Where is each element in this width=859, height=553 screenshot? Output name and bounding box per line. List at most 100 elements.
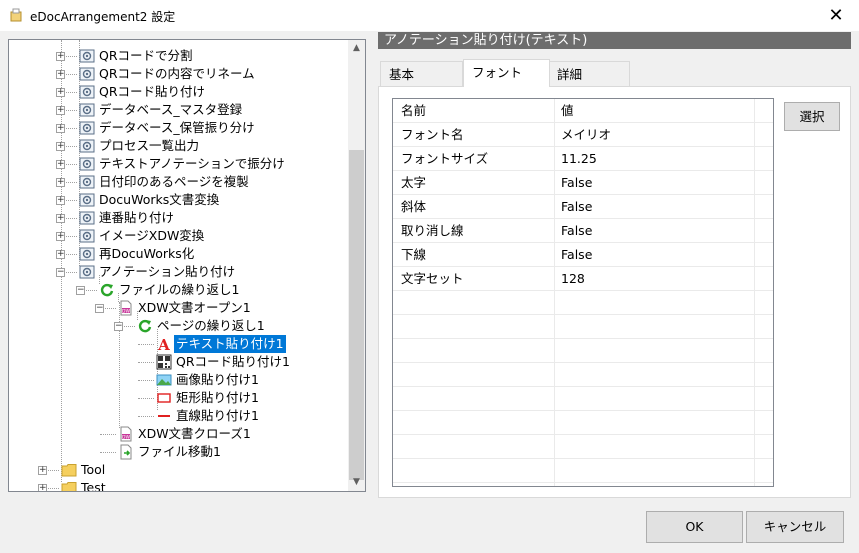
collapse-node-icon[interactable]: − [56,268,65,277]
expand-node-icon[interactable]: + [56,106,65,115]
expand-node-icon[interactable]: + [56,250,65,259]
tree-item-label: 連番貼り付け [99,210,175,225]
expand-node-icon[interactable]: + [56,142,65,151]
tree-item[interactable]: + QRコード貼り付け [9,83,349,101]
expand-node-icon[interactable]: + [56,70,65,79]
tree-item[interactable]: + 連番貼り付け [9,209,349,227]
scroll-down-arrow-icon[interactable]: ▼ [348,474,365,491]
settings-node-icon [79,48,95,64]
tree-item[interactable]: − アノテーション貼り付け [9,263,349,281]
tab-basic[interactable]: 基本 [380,61,463,86]
tree-item[interactable]: + イメージXDW変換 [9,227,349,245]
expand-node-icon[interactable]: + [56,232,65,241]
tree-item[interactable]: ファイル移動1 [9,443,349,461]
expand-node-icon[interactable]: + [38,484,47,491]
property-value: False [561,175,593,190]
grid-row[interactable] [393,387,773,411]
tree-item-label: データベース_保管振り分け [99,120,255,135]
tree-item-label: DocuWorks文書変換 [99,192,220,207]
tree-item[interactable]: + QRコードで分割 [9,47,349,65]
tree-item[interactable]: DW XDW文書クローズ1 [9,425,349,443]
tree-item[interactable]: + QRコードの内容でリネーム [9,65,349,83]
collapse-node-icon[interactable]: − [95,304,104,313]
expand-node-icon[interactable]: + [56,88,65,97]
image-icon [156,372,172,388]
settings-node-icon [79,228,95,244]
grid-row[interactable] [393,411,773,435]
tree-item-label: 矩形貼り付け1 [176,390,259,405]
close-icon: ✕ [828,5,844,26]
tree-item[interactable]: + プロセス一覧出力 [9,137,349,155]
collapse-node-icon[interactable]: − [114,322,123,331]
tree-item[interactable]: + Test [9,479,349,492]
grid-row[interactable] [393,291,773,315]
grid-row[interactable] [393,315,773,339]
grid-row[interactable] [393,363,773,387]
cancel-button[interactable]: キャンセル [746,511,844,543]
tree-item-label: テキスト貼り付け1 [174,335,286,353]
settings-node-icon [79,192,95,208]
tree-item-label: ページの繰り返し1 [157,318,265,333]
scroll-thumb[interactable] [349,150,364,480]
tree-item-label: 直線貼り付け1 [176,408,259,423]
tab-font[interactable]: フォント [463,59,550,87]
tree-item-label: プロセス一覧出力 [99,138,200,153]
tree-item-label: XDW文書オープン1 [138,300,251,315]
ok-button[interactable]: OK [646,511,743,543]
property-grid[interactable]: 名前値フォント名 メイリオ フォントサイズ 11.25 太字 False 斜体 False 取り… [392,98,774,487]
expand-node-icon[interactable]: + [38,466,47,475]
tree-item-label: Test [81,480,106,492]
tree-item[interactable]: 直線貼り付け1 [9,407,349,425]
tree-item[interactable]: + データベース_保管振り分け [9,119,349,137]
grid-row[interactable]: フォント名 メイリオ [393,123,773,147]
property-value: False [561,247,593,262]
grid-header-row: 名前 値 [393,99,773,123]
tree-item[interactable]: + データベース_マスタ登録 [9,101,349,119]
tree-item[interactable]: + Tool [9,461,349,479]
expand-node-icon[interactable]: + [56,160,65,169]
expand-node-icon[interactable]: + [56,196,65,205]
tree-item-label: QRコード貼り付け1 [176,354,290,369]
collapse-node-icon[interactable]: − [76,286,85,295]
tree-guide-line [138,362,154,363]
grid-row[interactable] [393,459,773,483]
grid-row[interactable]: 斜体 False [393,195,773,219]
close-button[interactable]: ✕ [813,0,859,31]
tree-item[interactable]: + 再DocuWorks化 [9,245,349,263]
grid-row[interactable]: 下線 False [393,243,773,267]
tree-item[interactable]: QRコード貼り付け1 [9,353,349,371]
grid-header-value: 値 [561,103,574,118]
settings-node-icon [79,120,95,136]
tree-item[interactable]: + DocuWorks文書変換 [9,191,349,209]
tree-item[interactable]: A テキスト貼り付け1 [9,335,349,354]
grid-row[interactable]: フォントサイズ 11.25 [393,147,773,171]
grid-row[interactable]: 文字セット 128 [393,267,773,291]
settings-node-icon [79,264,95,280]
tree-item-label: QRコードで分割 [99,48,193,63]
expand-node-icon[interactable]: + [56,52,65,61]
grid-row[interactable] [393,435,773,459]
tree-item[interactable]: + 日付印のあるページを複製 [9,173,349,191]
scroll-up-arrow-icon[interactable]: ▲ [348,40,365,57]
tree-item[interactable]: 矩形貼り付け1 [9,389,349,407]
loop-icon [99,282,115,298]
tree-item[interactable]: + テキストアノテーションで振分け [9,155,349,173]
select-button[interactable]: 選択 [784,102,840,131]
settings-node-icon [79,210,95,226]
tree-vertical-scrollbar[interactable]: ▲ ▼ [348,40,365,491]
folder-icon [61,462,77,478]
svg-text:DW: DW [122,308,130,314]
tree-item[interactable]: 画像貼り付け1 [9,371,349,389]
tree-item[interactable]: − ページの繰り返し1 [9,317,349,335]
tree-item[interactable]: − DW XDW文書オープン1 [9,299,349,317]
grid-row[interactable]: 取り消し線 False [393,219,773,243]
grid-row[interactable]: 太字 False [393,171,773,195]
grid-row[interactable] [393,339,773,363]
expand-node-icon[interactable]: + [56,124,65,133]
rectangle-icon [156,390,172,406]
expand-node-icon[interactable]: + [56,178,65,187]
tab-details[interactable]: 詳細 [548,61,630,86]
settings-tree[interactable]: ▲ ▼ + QRコードで分割 + QRコードの内容でリネーム + QRコード貼り付け + デー… [8,39,366,492]
tree-item[interactable]: − ファイルの繰り返し1 [9,281,349,299]
expand-node-icon[interactable]: + [56,214,65,223]
